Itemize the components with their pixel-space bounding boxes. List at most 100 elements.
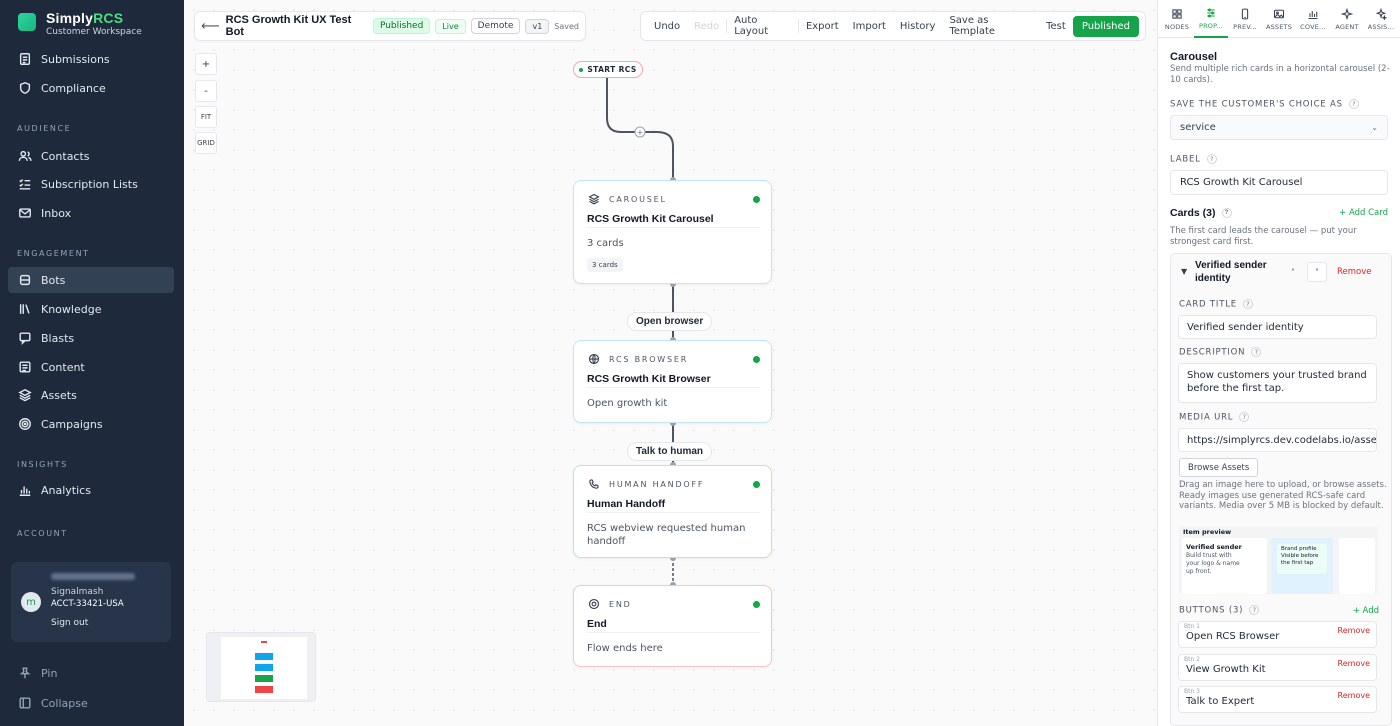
sidebar-item-subscription-lists[interactable]: Subscription Lists [8, 171, 174, 197]
sidebar-item-label: Submissions [41, 52, 110, 66]
sidebar-item-label: Collapse [41, 696, 88, 710]
brand-name: SimplyRCS [46, 10, 124, 26]
sidebar-item-label: Subscription Lists [41, 177, 138, 191]
sidebar-item-label: Assets [41, 388, 77, 402]
sidebar-item-label: Contacts [41, 149, 90, 163]
mail-icon [18, 206, 32, 220]
node-description: RCS webview requested human handoff [587, 523, 746, 547]
sidebar-item-analytics[interactable]: Analytics [8, 477, 174, 503]
card-title-input[interactable]: Verified sender identity [1178, 315, 1377, 339]
pin-icon [18, 666, 32, 680]
tab-preview[interactable]: PREV... [1228, 0, 1262, 38]
node-description: 3 cards [587, 238, 624, 249]
add-card-button[interactable]: + Add Card [1339, 208, 1388, 218]
move-up-button[interactable]: ˄ [1283, 262, 1303, 282]
node-title: Human Handoff [587, 498, 666, 510]
sign-out-link[interactable]: Sign out [51, 618, 88, 628]
remove-button-button[interactable]: Remove [1338, 691, 1370, 700]
sidebar-item-label: Content [41, 360, 85, 374]
remove-card-button[interactable]: Remove [1337, 267, 1372, 277]
brand[interactable]: SimplyRCS Customer Workspace [18, 10, 142, 37]
help-icon[interactable]: ? [1249, 605, 1260, 615]
button-label: Open RCS Browser [1186, 631, 1280, 642]
grid-icon [1172, 8, 1182, 19]
minimap-node [255, 675, 273, 682]
account-org: Signalmash [51, 587, 104, 597]
tab-assets[interactable]: ASSETS [1262, 0, 1296, 38]
card-button-row[interactable]: Btn 1 Open RCS Browser Remove [1178, 621, 1377, 648]
sidebar-item-pin[interactable]: Pin [8, 660, 174, 686]
flow-node-carousel[interactable]: CAROUSEL RCS Growth Kit Carousel 3 cards… [573, 180, 772, 284]
sidebar-item-submissions[interactable]: Submissions [8, 46, 174, 72]
node-title: RCS Growth Kit Browser [587, 373, 711, 385]
add-button-button[interactable]: + Add [1353, 606, 1379, 616]
edge-label-open-browser[interactable]: Open browser [627, 312, 713, 331]
node-badge: 3 cards [587, 258, 623, 272]
tab-nodes[interactable]: NODES [1160, 0, 1194, 38]
sidebar-item-bots[interactable]: Bots [8, 267, 174, 293]
sidebar-item-label: Analytics [41, 483, 91, 497]
sidebar-item-blasts[interactable]: Blasts [8, 325, 174, 351]
sidebar-item-contacts[interactable]: Contacts [8, 143, 174, 169]
description-textarea[interactable]: Show customers your trusted brand before… [1178, 363, 1377, 403]
move-down-button[interactable]: ˅ [1307, 262, 1327, 282]
collapse-caret-icon[interactable]: ▼ [1181, 267, 1187, 276]
sidebar-item-compliance[interactable]: Compliance [8, 75, 174, 101]
edge-label-talk-to-human[interactable]: Talk to human [627, 442, 713, 461]
node-divider [587, 512, 760, 513]
help-icon[interactable]: ? [1242, 299, 1253, 309]
properties-panel: NODES PROP... PREV... ASSETS COVE... AGE… [1157, 0, 1400, 726]
minimap-viewport [221, 637, 307, 699]
remove-button-button[interactable]: Remove [1338, 659, 1370, 668]
flow-canvas[interactable]: ⟵ RCS Growth Kit UX Test Bot Published L… [184, 0, 1157, 726]
card-header[interactable]: ▼ Verified sender identity ˄ ˅ Remove [1171, 254, 1391, 290]
tab-coverage[interactable]: COVE... [1296, 0, 1330, 38]
sidebar-item-campaigns[interactable]: Campaigns [8, 411, 174, 437]
help-icon[interactable]: ? [1348, 99, 1359, 109]
help-icon[interactable]: ? [1239, 412, 1250, 422]
sidebar-item-label: Campaigns [41, 417, 103, 431]
help-icon[interactable]: ? [1251, 347, 1262, 357]
bot-icon [18, 273, 32, 287]
tab-properties[interactable]: PROP... [1194, 0, 1228, 38]
save-choice-select[interactable]: service ⌄ [1170, 115, 1388, 140]
layers-icon [18, 388, 32, 402]
panel-tabs: NODES PROP... PREV... ASSETS COVE... AGE… [1158, 0, 1400, 38]
tab-assistant[interactable]: ASSIS... [1364, 0, 1398, 38]
sidebar-item-content[interactable]: Content [8, 354, 174, 380]
remove-button-button[interactable]: Remove [1338, 626, 1370, 635]
node-status-dot [753, 481, 760, 488]
node-status-dot [753, 601, 760, 608]
browse-assets-button[interactable]: Browse Assets [1179, 458, 1259, 477]
node-title: RCS Growth Kit Carousel [587, 213, 714, 225]
card-button-row[interactable]: Btn 2 View Growth Kit Remove [1178, 654, 1377, 681]
help-icon[interactable]: ? [1206, 154, 1217, 164]
media-url-input[interactable]: https://simplyrcs.dev.codelabs.io/assets [1178, 428, 1377, 452]
start-node[interactable]: START RCS [573, 61, 643, 78]
sidebar-item-collapse[interactable]: Collapse [8, 690, 174, 716]
button-label: Talk to Expert [1186, 696, 1255, 707]
tab-agent[interactable]: AGENT [1330, 0, 1364, 38]
brand-subtitle: Customer Workspace [46, 27, 142, 37]
help-icon[interactable]: ? [1221, 208, 1232, 219]
node-status-dot [753, 196, 760, 203]
sidebar-item-assets[interactable]: Assets [8, 382, 174, 408]
minimap[interactable] [206, 632, 316, 702]
flow-node-rcs-browser[interactable]: RCS BROWSER RCS Growth Kit Browser Open … [573, 340, 772, 423]
sidebar-item-knowledge[interactable]: Knowledge [8, 296, 174, 322]
phone-device-icon [1241, 8, 1249, 19]
sidebar-item-label: Knowledge [41, 302, 102, 316]
preview-card-next [1339, 538, 1375, 594]
content-icon [18, 360, 32, 374]
card-button-row[interactable]: Btn 3 Talk to Expert Remove [1178, 686, 1377, 713]
label-input[interactable]: RCS Growth Kit Carousel [1170, 170, 1388, 195]
minimap-node [255, 653, 273, 660]
sidebar-item-inbox[interactable]: Inbox [8, 200, 174, 226]
account-card: m Signalmash ACCT-33421-USA Sign out [11, 562, 171, 642]
flow-node-human-handoff[interactable]: HUMAN HANDOFF Human Handoff RCS webview … [573, 465, 772, 558]
minimap-start [261, 641, 267, 643]
cards-note: The first card leads the carousel — put … [1170, 226, 1357, 247]
collapse-icon [18, 696, 32, 710]
flow-node-end[interactable]: END End Flow ends here [573, 585, 772, 667]
sidebar-item-label: Pin [41, 666, 58, 680]
